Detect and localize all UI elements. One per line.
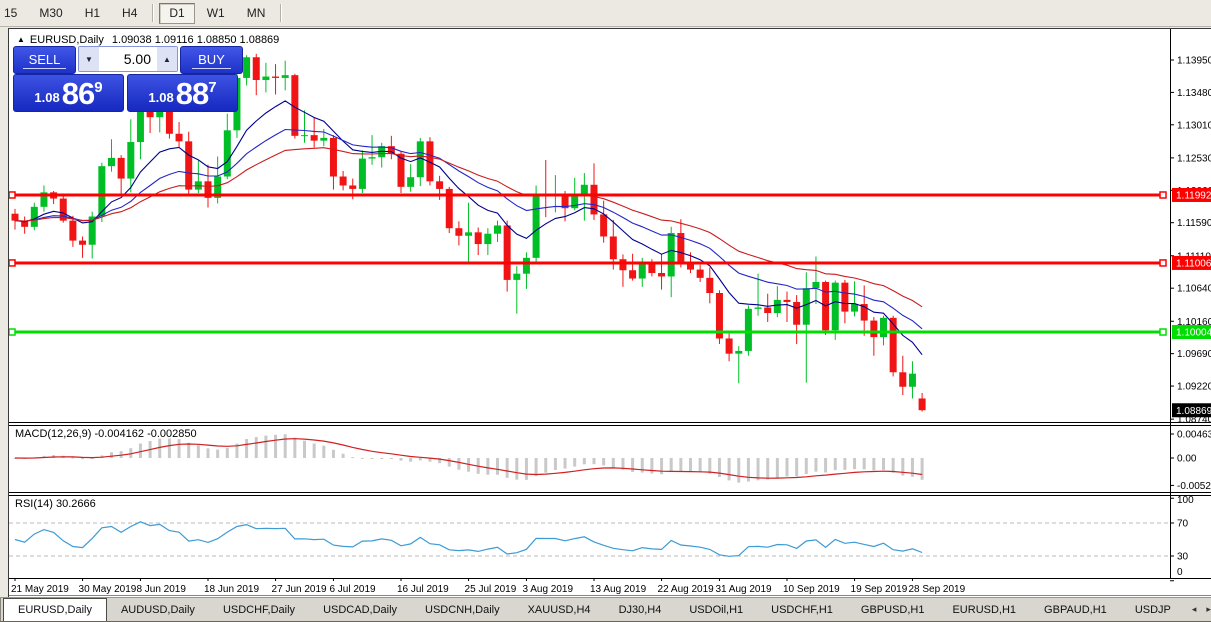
tabs-scroll-left-icon[interactable]: ◂ — [1187, 604, 1202, 615]
date-tick-label: 28 Sep 2019 — [908, 584, 965, 595]
volume-input[interactable] — [99, 47, 157, 71]
date-tick-label: 22 Aug 2019 — [658, 584, 715, 595]
svg-text:1.09220: 1.09220 — [1177, 382, 1211, 393]
svg-text:0: 0 — [1177, 567, 1183, 578]
rsi-line — [14, 521, 923, 557]
price-axis[interactable]: 1.139501.134801.130101.125301.120601.115… — [1170, 29, 1211, 582]
date-tick-label: 21 May 2019 — [11, 584, 69, 595]
one-click-trading-panel: SELL ▼ ▲ BUY 1.08 86 9 1.08 88 7 — [13, 46, 243, 112]
date-tick-label: 31 Aug 2019 — [715, 584, 772, 595]
sell-button[interactable]: SELL — [13, 46, 76, 74]
svg-text:0.00463: 0.00463 — [1177, 430, 1211, 441]
rsi-panel[interactable]: RSI(14) 30.2666 — [9, 498, 1170, 557]
timeframe-toolbar: 15 M30 H1 H4 D1 W1 MN — [0, 0, 1211, 27]
timeframe-button-M30[interactable]: M30 — [29, 3, 72, 24]
timeframe-button-MN[interactable]: MN — [237, 3, 276, 24]
buy-price-box[interactable]: 1.08 88 7 — [127, 74, 238, 112]
chart-tab-XAUUSD-H4[interactable]: XAUUSD,H4 — [514, 598, 605, 621]
macd-panel[interactable]: MACD(12,26,9) -0.004162 -0.002850 — [13, 428, 924, 483]
date-tick-label: 27 Jun 2019 — [272, 584, 327, 595]
level-price-tag: 1.11006 — [1176, 258, 1211, 269]
tab-bar-edge — [0, 598, 1, 621]
svg-text:-0.00529: -0.00529 — [1177, 481, 1211, 492]
date-tick-label: 18 Jun 2019 — [204, 584, 259, 595]
timeframe-button-W1[interactable]: W1 — [197, 3, 235, 24]
chart-tab-USDOil-H1[interactable]: USDOil,H1 — [675, 598, 757, 621]
chart-tab-AUDUSD-Daily[interactable]: AUDUSD,Daily — [107, 598, 209, 621]
tabs-scroll-right-icon[interactable]: ▸ — [1201, 604, 1211, 615]
date-tick-label: 25 Jul 2019 — [465, 584, 517, 595]
date-tick-label: 16 Jul 2019 — [397, 584, 449, 595]
chart-title: ▲ EURUSD,Daily 1.09038 1.09116 1.08850 1.0… — [17, 34, 279, 46]
svg-text:70: 70 — [1177, 519, 1189, 530]
buy-button[interactable]: BUY — [180, 46, 243, 74]
volume-decrease-button[interactable]: ▼ — [79, 47, 99, 71]
date-tick-label: 6 Jul 2019 — [329, 584, 376, 595]
svg-text:30: 30 — [1177, 552, 1189, 563]
price-chart-svg[interactable]: MACD(12,26,9) -0.004162 -0.002850 RSI(14)… — [8, 29, 1211, 597]
level-price-tag: 1.11992 — [1176, 190, 1211, 201]
svg-text:1.13480: 1.13480 — [1177, 88, 1211, 99]
sell-price-big: 86 — [61, 76, 95, 111]
sell-price-small: 1.08 — [34, 90, 60, 105]
date-tick-label: 8 Jun 2019 — [136, 584, 186, 595]
chart-tab-EURUSD-Daily[interactable]: EURUSD,Daily — [3, 598, 107, 621]
current-price-tag: 1.08869 — [1176, 406, 1211, 417]
date-tick-label: 3 Aug 2019 — [522, 584, 573, 595]
svg-text:1.13950: 1.13950 — [1177, 56, 1211, 67]
date-tick-label: 13 Aug 2019 — [590, 584, 647, 595]
chart-ohlc-values: 1.09038 1.09116 1.08850 1.08869 — [111, 34, 280, 46]
chart-tab-DJ30-H4[interactable]: DJ30,H4 — [605, 598, 676, 621]
toolbar-separator — [280, 4, 283, 22]
macd-label: MACD(12,26,9) -0.004162 -0.002850 — [15, 428, 197, 440]
timeframe-button-15[interactable]: 15 — [1, 3, 27, 24]
sell-price-box[interactable]: 1.08 86 9 — [13, 74, 124, 112]
svg-text:1.13010: 1.13010 — [1177, 120, 1211, 131]
chart-tab-GBPUSD-H1[interactable]: GBPUSD,H1 — [847, 598, 939, 621]
volume-increase-button[interactable]: ▲ — [157, 47, 177, 71]
collapse-panel-icon[interactable]: ▲ — [17, 35, 25, 44]
svg-text:1.09690: 1.09690 — [1177, 349, 1211, 360]
date-tick-label: 19 Sep 2019 — [851, 584, 908, 595]
chart-symbol-period: EURUSD,Daily — [29, 34, 104, 46]
buy-price-big: 88 — [175, 76, 209, 111]
svg-text:1.11590: 1.11590 — [1177, 218, 1211, 229]
level-price-tag: 1.10004 — [1176, 328, 1211, 339]
chart-tab-USDCNH-Daily[interactable]: USDCNH,Daily — [411, 598, 514, 621]
buy-price-sup: 7 — [208, 79, 217, 96]
svg-text:1.12530: 1.12530 — [1177, 153, 1211, 164]
chart-tab-USDCAD-Daily[interactable]: USDCAD,Daily — [309, 598, 411, 621]
sell-price-sup: 9 — [94, 79, 103, 96]
toolbar-separator — [152, 4, 155, 22]
date-tick-label: 30 May 2019 — [79, 584, 137, 595]
svg-text:1.10640: 1.10640 — [1177, 284, 1211, 295]
timeframe-button-H4[interactable]: H4 — [112, 3, 147, 24]
chart-tab-USDCHF-H1[interactable]: USDCHF,H1 — [757, 598, 847, 621]
svg-text:100: 100 — [1177, 495, 1194, 506]
time-axis[interactable]: 21 May 2019 30 May 2019 8 Jun 2019 18 Jun 2… — [11, 578, 966, 595]
buy-price-small: 1.08 — [148, 90, 174, 105]
chart-tab-bar: EURUSD,Daily AUDUSD,Daily USDCHF,Daily USDC… — [0, 597, 1211, 622]
date-tick-label: 10 Sep 2019 — [783, 584, 840, 595]
timeframe-button-D1[interactable]: D1 — [159, 2, 195, 24]
chart-tab-USDCHF-Daily[interactable]: USDCHF,Daily — [209, 598, 309, 621]
chart-tab-EURUSD-H1[interactable]: EURUSD,H1 — [938, 598, 1030, 621]
chart-window: MACD(12,26,9) -0.004162 -0.002850 RSI(14)… — [8, 28, 1211, 597]
rsi-label: RSI(14) 30.2666 — [15, 498, 96, 510]
chart-area[interactable]: MACD(12,26,9) -0.004162 -0.002850 RSI(14)… — [8, 29, 1211, 597]
timeframe-button-H1[interactable]: H1 — [75, 3, 110, 24]
chart-tab-GBPAUD-H1[interactable]: GBPAUD,H1 — [1030, 598, 1121, 621]
svg-text:0.00: 0.00 — [1177, 454, 1197, 465]
chart-tab-USDJP[interactable]: USDJP — [1121, 598, 1185, 621]
